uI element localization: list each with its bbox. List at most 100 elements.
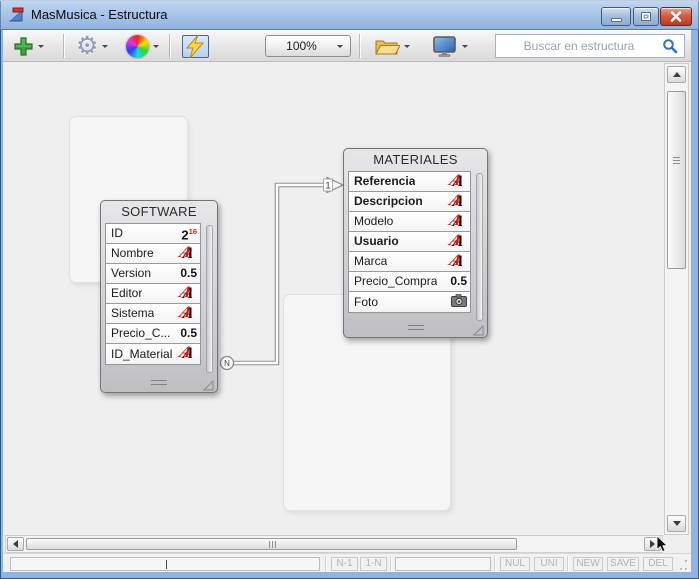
restore-icon [641, 12, 651, 21]
minimize-icon [611, 18, 622, 22]
search-box [495, 34, 685, 58]
entity-field-row[interactable]: Precio_Compra0.5 [349, 272, 470, 292]
entity-field-row[interactable]: Nombre AA [106, 244, 200, 264]
entity-field-row[interactable]: Editor AA [106, 284, 200, 304]
chevron-down-icon [337, 45, 343, 51]
svg-text:1: 1 [325, 181, 330, 191]
entity-resize-handle[interactable] [473, 323, 484, 334]
generate-button[interactable] [179, 33, 212, 59]
delete-button[interactable]: DEL [643, 557, 673, 571]
vertical-scroll-thumb[interactable] [667, 91, 686, 269]
chevron-down-icon [153, 45, 159, 51]
field-name: Precio_Compra [354, 272, 437, 291]
diagram-canvas[interactable]: 1N SOFTWAREID216NombreAAVersion0.5Editor… [3, 63, 665, 535]
field-name: Modelo [354, 212, 393, 231]
type-decimal-icon: 0.5 [180, 264, 197, 283]
entity-field-row[interactable]: SistemaAA [106, 304, 200, 324]
mouse-cursor [656, 536, 668, 553]
relation-n1-button[interactable]: N-1 [331, 557, 358, 571]
chevron-down-icon [404, 45, 410, 51]
save-button[interactable]: SAVE [607, 557, 639, 571]
app-icon [9, 7, 26, 23]
settings-button[interactable]: ⚙ [73, 33, 111, 59]
toolbar-separator [63, 34, 65, 58]
scroll-left-button[interactable] [7, 537, 24, 551]
entity-grip-handle[interactable] [151, 380, 167, 385]
toolbar: ⚙ 100% [3, 30, 691, 62]
field-name: Nombre [111, 244, 154, 263]
scroll-down-button[interactable] [667, 515, 686, 532]
entity-scrollbar[interactable] [476, 173, 483, 321]
status-value-field[interactable] [395, 557, 491, 571]
add-entity-button[interactable] [10, 33, 47, 59]
type-smallint-icon: 216 [181, 225, 197, 242]
field-name: Referencia [354, 172, 415, 191]
search-icon[interactable] [662, 38, 678, 54]
window-title: MasMusica - Estructura [31, 7, 168, 22]
relation-1n-button[interactable]: 1-N [360, 557, 387, 571]
entity-grip-handle[interactable] [408, 325, 424, 330]
field-name: Precio_C... [111, 324, 170, 343]
entity-field-row[interactable]: Referencia AA [349, 172, 470, 192]
field-name: Version [111, 264, 151, 283]
entity-field-row[interactable]: Foto [349, 292, 470, 312]
scroll-up-button[interactable] [667, 66, 686, 83]
type-text-icon: AA [450, 173, 467, 191]
svg-text:N: N [224, 359, 230, 368]
toolbar-separator [169, 34, 171, 58]
resize-grip[interactable] [675, 560, 687, 570]
entity-field-row[interactable]: MarcaAA [349, 252, 470, 272]
type-decimal-icon: 0.5 [180, 324, 197, 343]
arrow-up-icon [673, 68, 681, 77]
horizontal-scrollbar[interactable] [5, 535, 663, 553]
horizontal-scroll-thumb[interactable] [26, 538, 517, 550]
entity-table[interactable]: SOFTWAREID216NombreAAVersion0.5EditorAAS… [100, 200, 218, 393]
nullable-button[interactable]: NUL [500, 557, 530, 571]
toolbar-separator [359, 34, 361, 58]
entity-field-row[interactable]: Modelo AA [349, 212, 470, 232]
entity-title[interactable]: SOFTWARE [101, 201, 217, 223]
type-text-icon: AA [180, 345, 197, 363]
entity-field-row[interactable]: ID216 [106, 224, 200, 244]
search-input[interactable] [496, 36, 662, 56]
statusbar: N-1 1-N NUL UNI NEW SAVE DEL [3, 553, 691, 572]
entity-field-row[interactable]: Precio_C... 0.5 [106, 324, 200, 344]
unique-button[interactable]: UNI [534, 557, 564, 571]
entity-title[interactable]: MATERIALES [344, 149, 487, 171]
close-button[interactable] [660, 7, 692, 26]
entity-field-row[interactable]: ID_MaterialAA [106, 344, 200, 364]
color-wheel-icon [126, 35, 149, 58]
type-text-icon: AA [180, 245, 197, 263]
plus-icon [13, 36, 34, 57]
titlebar[interactable]: MasMusica - Estructura [0, 0, 699, 30]
field-name: Usuario [354, 232, 399, 251]
entity-field-row[interactable]: DescripcionAA [349, 192, 470, 212]
type-text-icon: AA [180, 285, 197, 303]
vertical-scrollbar[interactable] [664, 63, 689, 535]
close-icon [670, 11, 682, 22]
thumb-grip [673, 160, 680, 161]
restore-button[interactable] [633, 7, 659, 26]
statusbar-separator [567, 556, 569, 571]
zoom-dropdown[interactable]: 100% [265, 35, 351, 57]
app-window: MasMusica - Estructura [0, 0, 699, 579]
view-button[interactable] [429, 33, 471, 59]
zoom-value: 100% [266, 39, 337, 53]
statusbar-separator [390, 556, 392, 571]
entity-field-row[interactable]: Version 0.5 [106, 264, 200, 284]
entity-resize-handle[interactable] [203, 378, 214, 389]
entity-scrollbar[interactable] [206, 225, 213, 373]
entity-field-row[interactable]: UsuarioAA [349, 232, 470, 252]
minimize-button[interactable] [601, 7, 631, 26]
colors-button[interactable] [123, 33, 162, 59]
folder-icon [374, 36, 400, 57]
field-name: Editor [111, 284, 142, 303]
status-name-field[interactable] [10, 557, 320, 571]
new-button[interactable]: NEW [573, 557, 603, 571]
entity-table[interactable]: MATERIALESReferencia AADescripcionAAModel… [343, 148, 488, 338]
type-text-icon: AA [450, 213, 467, 231]
arrow-down-icon [673, 521, 681, 530]
statusbar-separator [494, 556, 496, 571]
open-button[interactable] [371, 33, 413, 59]
chevron-down-icon [38, 45, 44, 51]
